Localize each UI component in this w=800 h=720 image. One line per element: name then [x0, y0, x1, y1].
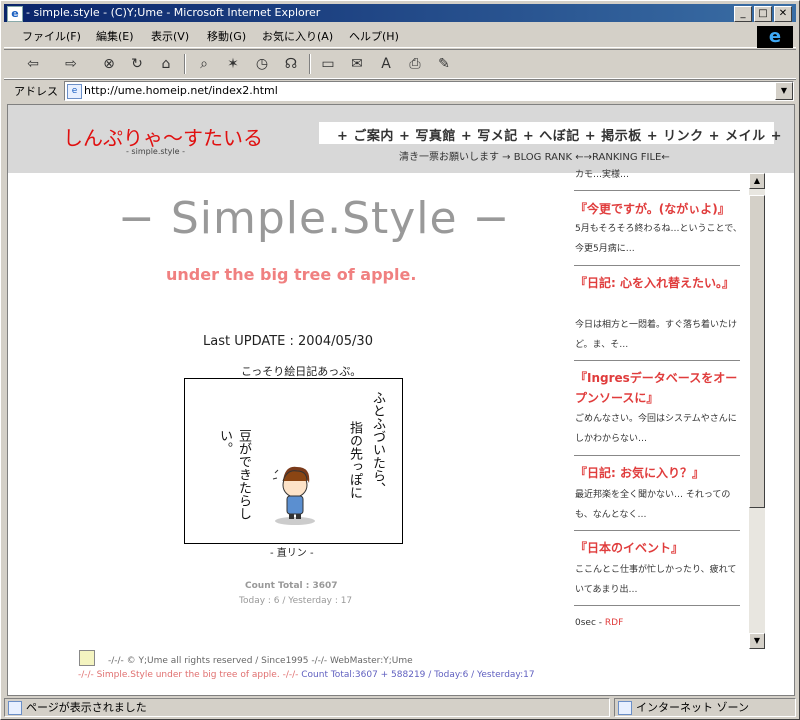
- sidebar-entry-body: 5月もそろそろ終わるね…ということで、今更5月病に…: [575, 224, 742, 254]
- home-icon[interactable]: ⌂: [155, 54, 177, 74]
- sidebar-entry-title[interactable]: 『日記: 心を入れ替えたい。』: [575, 273, 743, 293]
- sidebar-entry-body: ごめんなさい。今回はシステムやさんにしかわからない…: [575, 414, 737, 444]
- comic-image[interactable]: ふとふづいたら、 指の先っぽに 豆ができたらしい。: [184, 378, 403, 544]
- status-left: ページが表示されました: [4, 698, 610, 717]
- maximize-button[interactable]: □: [754, 6, 772, 22]
- address-label: アドレス: [14, 85, 58, 98]
- today-count: Today : 6 / Yesterday : 17: [239, 596, 353, 606]
- count-total: Count Total : 3607: [245, 581, 338, 591]
- address-url[interactable]: http://ume.homeip.net/index2.html: [84, 84, 278, 97]
- menu-bar: ファイル(F) 編集(E) 表示(V) 移動(G) お気に入り(A) ヘルプ(H…: [4, 25, 796, 48]
- status-bar: ページが表示されました インターネット ゾーン: [4, 698, 796, 717]
- search-icon[interactable]: ⌕: [193, 54, 215, 74]
- refresh-icon[interactable]: ↻: [126, 54, 148, 74]
- footer-copyright: -/-/- © Y;Ume all rights reserved / Sinc…: [108, 656, 413, 666]
- globe-icon: [618, 701, 632, 715]
- comic-character: [272, 466, 315, 525]
- comic-text-2: 指の先っぽに: [347, 421, 362, 499]
- back-icon[interactable]: ⇦: [22, 54, 44, 74]
- window-title: - simple.style - (C)Y;Ume - Microsoft In…: [26, 6, 321, 19]
- fonts-icon[interactable]: A: [375, 54, 397, 74]
- rdf-link[interactable]: RDF: [605, 618, 623, 628]
- main-title: − Simple.Style −: [118, 193, 511, 244]
- minimize-button[interactable]: _: [734, 6, 752, 22]
- mail-icon[interactable]: ✉: [346, 54, 368, 74]
- browser-window: e - simple.style - (C)Y;Ume - Microsoft …: [0, 0, 800, 720]
- status-zone: インターネット ゾーン: [614, 698, 796, 717]
- close-button[interactable]: ✕: [774, 6, 792, 22]
- toolbar: ⇦ ⇨ ⊗ ↻ ⌂ ⌕ ✶ ◷ ☊ ▭ ✉ A ⎙ ✎: [4, 49, 796, 79]
- sidebar-entry-body: 今日は相方と一悶着。すぐ落ち着いたけど。ま、そ…: [575, 320, 738, 350]
- menu-go[interactable]: 移動(G): [207, 28, 246, 44]
- cube-icon: [79, 650, 95, 666]
- scroll-thumb[interactable]: [749, 195, 765, 508]
- fullscreen-icon[interactable]: ▭: [317, 54, 339, 74]
- stop-icon[interactable]: ⊗: [98, 54, 120, 74]
- last-update: Last UPDATE : 2004/05/30: [203, 334, 373, 349]
- sidebar-entry-body: ここんとこ仕事が忙しかったり、疲れていてあまり出…: [575, 565, 737, 595]
- sidebar-scrollbar[interactable]: ▲ ▼: [749, 173, 765, 649]
- address-bar: アドレス e http://ume.homeip.net/index2.html…: [4, 79, 796, 102]
- menu-edit[interactable]: 編集(E): [96, 28, 134, 44]
- nav-box: + ご案内 + 写真館 + 写メ記 + へぼ記 + 掲示板 + リンク + メイ…: [319, 122, 782, 144]
- channels-icon[interactable]: ☊: [280, 54, 302, 74]
- comic-caption: こっそり絵日記あっぷ。: [241, 365, 362, 378]
- scroll-down-icon[interactable]: ▼: [749, 633, 765, 649]
- footer-tagline: -/-/- Simple.Style under the big tree of…: [78, 670, 299, 680]
- sidebar-entry-title[interactable]: 『今更ですが。(ながぃよ)』: [575, 199, 743, 219]
- comic-credit: - 直リン -: [270, 548, 314, 559]
- menu-view[interactable]: 表示(V): [151, 28, 189, 44]
- comic-text-3: 豆ができたらしい。: [217, 429, 251, 520]
- rdf-label: 0sec -: [575, 618, 603, 628]
- sidebar-entry-title[interactable]: 『日記: お気に入り？』: [575, 463, 743, 483]
- rank-links[interactable]: 清き一票お願いします → BLOG RANK ←→RANKING FILE←: [399, 148, 670, 163]
- site-subname: - simple.style -: [126, 147, 185, 156]
- print-icon[interactable]: ⎙: [404, 54, 426, 74]
- favorites-icon[interactable]: ✶: [222, 54, 244, 74]
- ie-logo: e: [757, 26, 793, 48]
- sidebar-entry-title[interactable]: 『Ingresデータベースをオープンソースに』: [575, 368, 743, 408]
- footer-line2: -/-/- Simple.Style under the big tree of…: [78, 670, 535, 680]
- site-nav[interactable]: + ご案内 + 写真館 + 写メ記 + へぼ記 + 掲示板 + リンク + メイ…: [337, 125, 782, 144]
- title-bar: e - simple.style - (C)Y;Ume - Microsoft …: [4, 4, 796, 22]
- comic-text-1: ふとふづいたら、: [370, 391, 385, 495]
- site-header: しんぷりゃ〜すたいる - simple.style - + ご案内 + 写真館 …: [8, 105, 794, 173]
- menu-file[interactable]: ファイル(F): [22, 28, 81, 44]
- footer-counts: Count Total:3607 + 588219 / Today:6 / Ye…: [301, 670, 535, 680]
- tagline: under the big tree of apple.: [166, 265, 417, 284]
- ie-icon: e: [7, 6, 23, 22]
- rdf-line: 0sec - RDF: [575, 618, 623, 628]
- page-icon: [8, 701, 22, 715]
- page-icon: e: [67, 84, 82, 99]
- history-icon[interactable]: ◷: [251, 54, 273, 74]
- scroll-up-icon[interactable]: ▲: [749, 173, 765, 189]
- edit-icon[interactable]: ✎: [433, 54, 455, 74]
- status-text: ページが表示されました: [26, 701, 147, 714]
- address-field[interactable]: e http://ume.homeip.net/index2.html ▼: [64, 81, 794, 101]
- menu-favorites[interactable]: お気に入り(A): [262, 28, 333, 44]
- menu-help[interactable]: ヘルプ(H): [349, 28, 399, 44]
- forward-icon[interactable]: ⇨: [60, 54, 82, 74]
- sidebar-entry-body: 最近邦楽を全く聞かない… それってのも、なんとなく…: [575, 490, 731, 520]
- sidebar-top-snippet: カモ…実様…: [575, 170, 630, 180]
- zone-text: インターネット ゾーン: [636, 701, 749, 714]
- address-dropdown-icon[interactable]: ▼: [775, 82, 793, 100]
- sidebar-entry-title[interactable]: 『日本のイベント』: [575, 538, 743, 558]
- page-content: しんぷりゃ〜すたいる - simple.style - + ご案内 + 写真館 …: [7, 104, 795, 696]
